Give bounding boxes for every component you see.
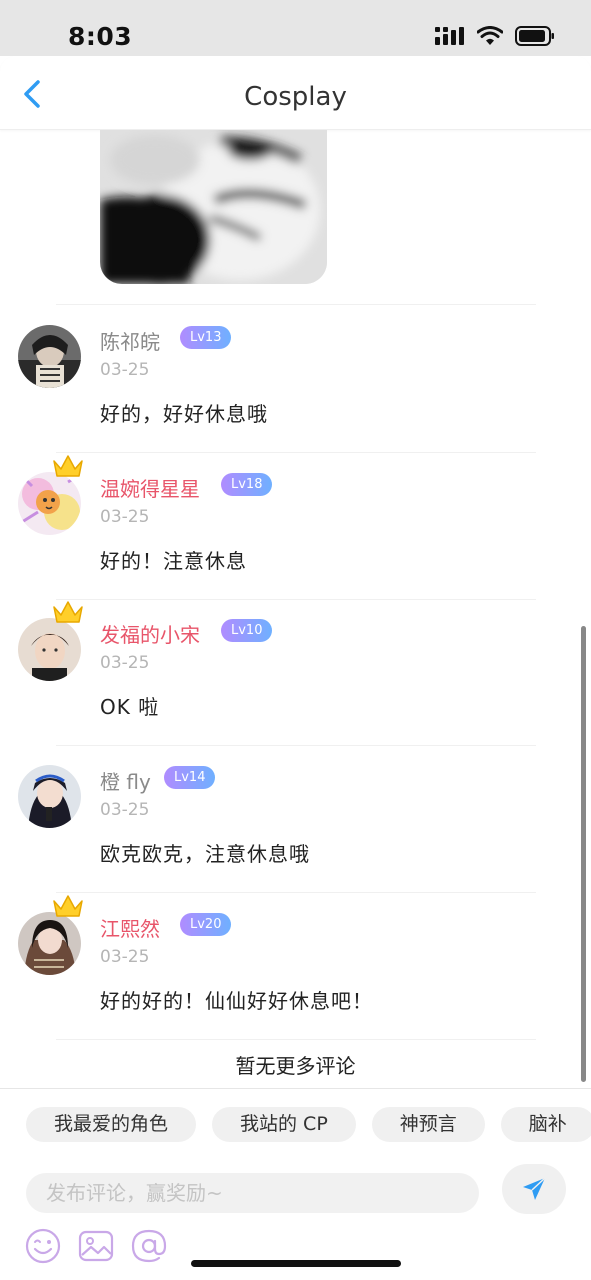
level-badge: Lv13 (180, 326, 232, 349)
quick-tag[interactable]: 我最爱的角色 (26, 1107, 197, 1142)
image-icon[interactable] (77, 1227, 115, 1265)
nav-bar: Cosplay (0, 56, 591, 130)
comment-date: 03-25 (100, 800, 150, 820)
post-image-graphic (100, 130, 327, 284)
send-icon (523, 1177, 546, 1200)
status-icons (435, 26, 555, 46)
comment-text: 好的！注意休息 (100, 549, 247, 573)
comment-input[interactable] (26, 1173, 479, 1213)
comment-author[interactable]: 陈祁皖 (100, 326, 160, 355)
home-indicator[interactable] (191, 1260, 401, 1267)
comment-date: 03-25 (100, 360, 150, 380)
comment-text: 欧克欧克，注意休息哦 (100, 842, 310, 866)
level-badge: Lv18 (221, 473, 273, 496)
comment-date: 03-25 (100, 653, 150, 673)
level-badge: Lv14 (164, 766, 216, 789)
comment-text: 好的，好好休息哦 (100, 402, 268, 426)
quick-tag[interactable]: 神预言 (371, 1107, 485, 1142)
avatar[interactable] (18, 618, 81, 681)
quick-tag[interactable]: 脑补 (500, 1107, 591, 1142)
avatar[interactable] (18, 912, 81, 975)
comment-item: 陈祁皖 Lv13 03-25 好的，好好休息哦 (0, 306, 591, 453)
emoji-icon[interactable] (24, 1227, 62, 1265)
wifi-icon (477, 26, 503, 45)
comment-text: 好的好的！仙仙好好休息吧！ (100, 989, 373, 1013)
avatar[interactable] (18, 472, 81, 535)
level-badge: Lv20 (180, 913, 232, 936)
comment-author[interactable]: 温婉得星星 (100, 473, 200, 502)
post-image[interactable] (100, 130, 327, 284)
send-button[interactable] (502, 1164, 566, 1214)
comment-date: 03-25 (100, 947, 150, 967)
no-more-comments: 暂无更多评论 (235, 1054, 356, 1078)
crown-icon (53, 601, 83, 623)
comment-list[interactable]: 陈祁皖 Lv13 03-25 好的，好好休息哦 温婉得星星 Lv18 03-25… (0, 130, 591, 1088)
scrollbar[interactable] (581, 626, 586, 1082)
page-title: Cosplay (244, 82, 347, 112)
comment-item: 发福的小宋 Lv10 03-25 OK 啦 (0, 599, 591, 746)
battery-icon (515, 26, 554, 46)
divider (56, 304, 536, 305)
comment-author[interactable]: 橙 fly (100, 766, 151, 795)
quick-tag[interactable]: 我站的 CP (212, 1107, 356, 1142)
comment-item: 温婉得星星 Lv18 03-25 好的！注意休息 (0, 453, 591, 600)
divider (56, 1039, 536, 1040)
avatar[interactable] (18, 765, 81, 828)
signal-icon (435, 27, 464, 45)
comment-author[interactable]: 江熙然 (100, 913, 160, 942)
comment-date: 03-25 (100, 507, 150, 527)
comment-text: OK 啦 (100, 695, 160, 719)
comment-item: 江熙然 Lv20 03-25 好的好的！仙仙好好休息吧！ (0, 893, 591, 1040)
status-bar: 8:03 (0, 0, 591, 56)
comment-author[interactable]: 发福的小宋 (100, 619, 200, 648)
at-icon[interactable] (130, 1227, 168, 1265)
level-badge: Lv10 (221, 619, 273, 642)
avatar[interactable] (18, 325, 81, 388)
quick-tags: 我最爱的角色 我站的 CP 神预言 脑补 (26, 1107, 591, 1142)
crown-icon (53, 895, 83, 917)
comment-composer: 我最爱的角色 我站的 CP 神预言 脑补 (0, 1088, 591, 1280)
status-time: 8:03 (68, 22, 133, 51)
comment-item: 橙 fly Lv14 03-25 欧克欧克，注意休息哦 (0, 746, 591, 893)
crown-icon (53, 455, 83, 477)
